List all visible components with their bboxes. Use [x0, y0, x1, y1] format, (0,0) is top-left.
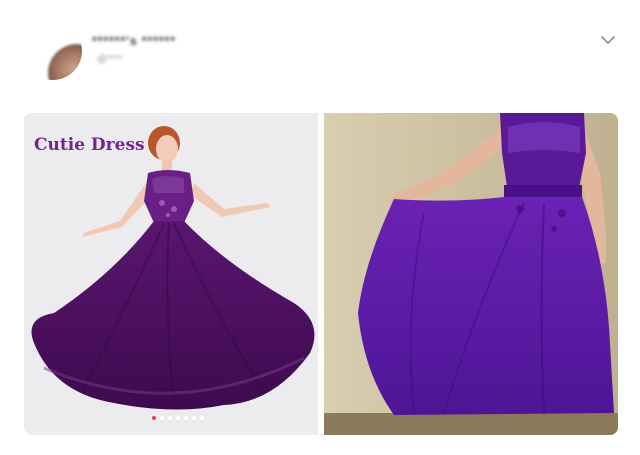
carousel-dot[interactable] [176, 416, 180, 420]
carousel-indicator [152, 416, 204, 420]
tweet-header: ******'s ****** @**** [0, 0, 640, 100]
author-handle[interactable]: @**** [97, 54, 123, 65]
carousel-dot[interactable] [152, 416, 156, 420]
carousel-dot[interactable] [184, 416, 188, 420]
carousel-dot[interactable] [192, 416, 196, 420]
brand-caption: Cutie Dress [34, 135, 145, 155]
carousel-dot[interactable] [160, 416, 164, 420]
customer-photo[interactable] [324, 113, 618, 435]
chevron-down-icon[interactable] [596, 30, 620, 50]
tweet-card: ******'s ****** @**** Cutie Dress [0, 0, 640, 455]
customer-dress-illustration [324, 113, 618, 435]
author-name[interactable]: ******'s ****** [92, 34, 176, 48]
product-photo[interactable]: Cutie Dress [24, 113, 318, 435]
avatar[interactable] [24, 22, 82, 80]
product-dress-illustration [31, 126, 315, 410]
tweet-media[interactable]: Cutie Dress [24, 113, 618, 435]
carousel-dot[interactable] [200, 416, 204, 420]
carousel-dot[interactable] [168, 416, 172, 420]
avatar-image [48, 44, 82, 80]
